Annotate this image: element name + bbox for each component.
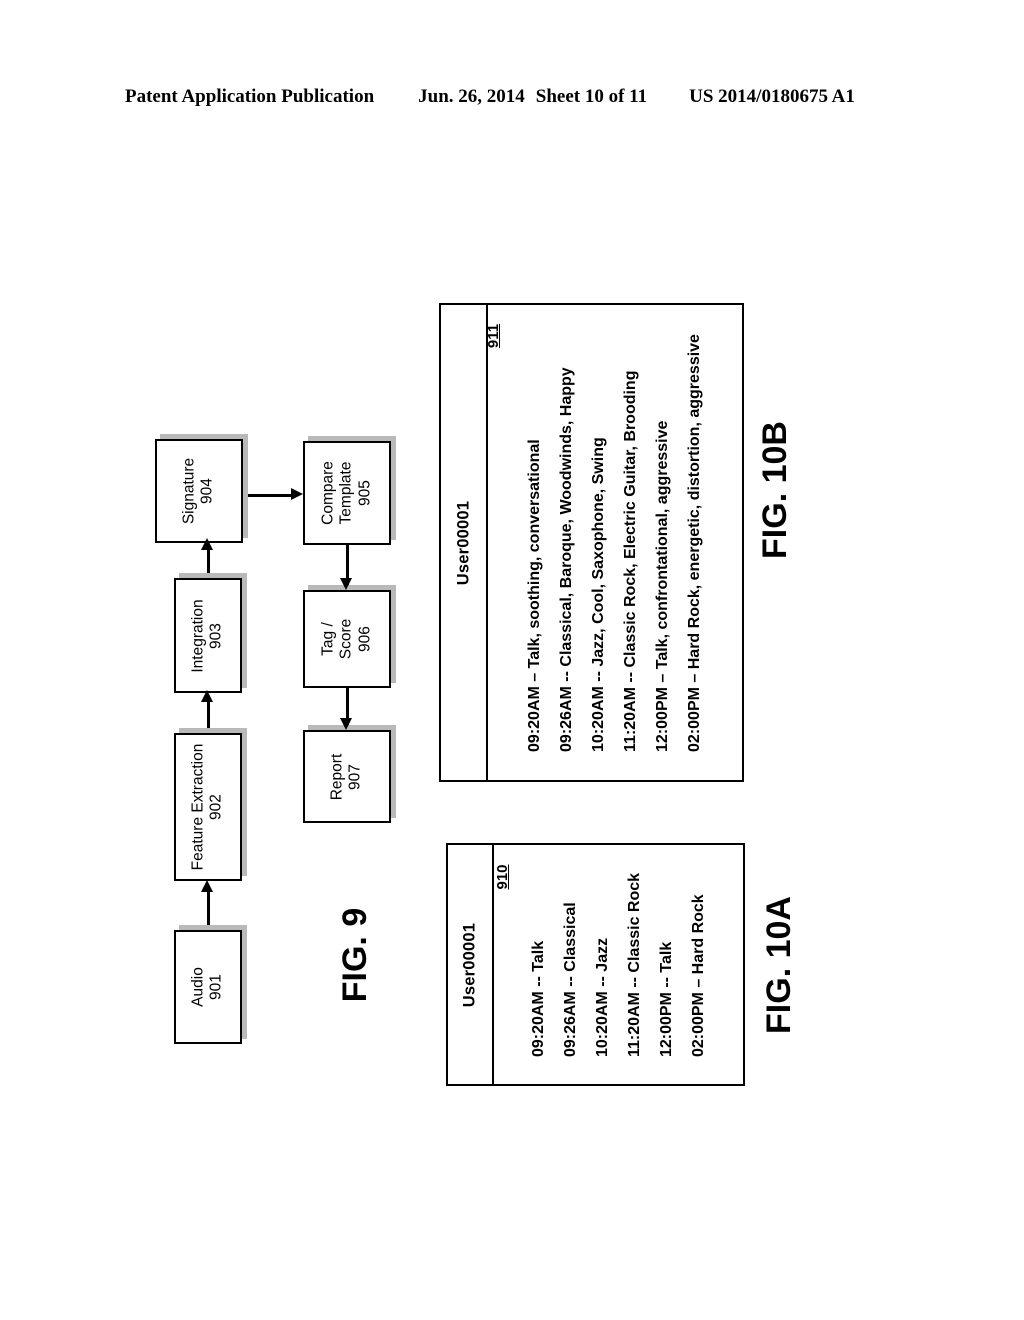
flow-box-signature-title: Signature (180, 457, 198, 525)
figure-10b-table: User00001 09:20AM – Talk, soothing, conv… (439, 303, 744, 782)
connector-feature-to-integration (207, 700, 210, 736)
table-row: 09:20AM – Talk, soothing, conversational (526, 438, 543, 752)
figure-10b-header-label: User00001 (454, 500, 472, 585)
flow-box-compare-template-ref: 905 (356, 480, 374, 506)
figure-10b-header-column: User00001 (441, 305, 488, 780)
table-row: 02:00PM – Hard Rock, energetic, distorti… (686, 333, 703, 752)
figure-10b-body: 09:20AM – Talk, soothing, conversational… (488, 305, 742, 780)
table-row: 10:20AM -- Jazz (593, 937, 611, 1057)
flow-box-compare-template-title-1: Compare (319, 461, 337, 525)
figure-10a-reference-numeral: 910 (494, 864, 511, 890)
flow-box-report: Report 907 (303, 730, 391, 823)
flow-box-tag-score-ref: 906 (356, 626, 374, 652)
flow-box-integration: Integration 903 (174, 578, 242, 693)
arrowhead-to-tag-score (340, 578, 352, 590)
flow-box-signature-ref: 904 (199, 478, 216, 504)
flow-box-audio-ref: 901 (208, 974, 225, 1000)
figure-10a-row-list: 09:20AM -- Talk 09:26AM -- Classical 10:… (530, 872, 708, 1056)
figure-10a-header-label: User00001 (460, 922, 479, 1007)
flow-box-audio-text: Audio 901 (190, 967, 227, 1007)
figure-10b-label: FIG. 10B (756, 421, 794, 559)
connector-signature-to-compare-template (243, 494, 293, 497)
flow-box-compare-template-title-2: Template (337, 461, 355, 525)
table-row: 09:20AM -- Talk (529, 940, 547, 1057)
flow-box-integration-ref: 903 (208, 622, 225, 649)
table-row: 12:00PM -- Talk (657, 941, 675, 1057)
flow-box-integration-title: Integration (189, 598, 207, 673)
flow-box-compare-template: Compare Template 905 (303, 441, 391, 545)
connector-audio-to-feature (207, 890, 210, 932)
figure-10b-reference-numeral: 911 (485, 323, 502, 349)
figure-10a-table: User00001 09:20AM -- Talk 09:26AM -- Cla… (446, 843, 745, 1086)
table-row: 09:26AM -- Classical, Baroque, Woodwinds… (558, 366, 575, 752)
table-row: 11:20AM -- Classic Rock, Electric Guitar… (622, 370, 639, 752)
arrowhead-to-feature-extraction (201, 880, 213, 892)
arrowhead-to-integration (201, 690, 213, 702)
flow-box-tag-score: Tag / Score 906 (303, 590, 391, 688)
flow-box-audio-title: Audio (189, 967, 207, 1007)
flow-box-feature-extraction-title: Feature Extraction (189, 743, 207, 871)
flow-box-integration-text: Integration 903 (190, 599, 227, 672)
figure-10a-label: FIG. 10A (760, 896, 798, 1034)
flow-box-feature-extraction: Feature Extraction 902 (174, 733, 242, 881)
flow-box-signature: Signature 904 (155, 439, 243, 543)
table-row: 12:00PM – Talk, confrontational, aggress… (654, 420, 671, 752)
figure-10a-body: 09:20AM -- Talk 09:26AM -- Classical 10:… (494, 845, 743, 1084)
arrowhead-to-signature (201, 538, 213, 550)
arrowhead-to-compare-template (291, 488, 303, 500)
flow-box-compare-template-text: Compare Template 905 (320, 461, 375, 525)
table-row: 02:00PM – Hard Rock (689, 893, 707, 1057)
figure-10b-row-list: 09:20AM – Talk, soothing, conversational… (526, 334, 704, 752)
flow-box-feature-extraction-text: Feature Extraction 902 (190, 744, 227, 871)
flow-box-audio: Audio 901 (174, 930, 242, 1044)
table-row: 09:26AM -- Classical (561, 901, 579, 1057)
flow-box-report-title: Report (328, 753, 346, 800)
figure-9-label: FIG. 9 (336, 907, 374, 1003)
flow-box-tag-score-title-2: Score (337, 618, 355, 660)
flow-box-signature-text: Signature 904 (181, 458, 218, 524)
arrowhead-to-report (340, 718, 352, 730)
table-row: 11:20AM -- Classic Rock (625, 872, 643, 1057)
flow-box-report-text: Report 907 (329, 753, 366, 800)
figure-10a-header-column: User00001 (448, 845, 494, 1084)
connector-integration-to-signature (207, 548, 210, 581)
flow-box-tag-score-title-1: Tag / (319, 622, 337, 656)
flow-box-feature-extraction-ref: 902 (208, 794, 225, 820)
flow-box-report-ref: 907 (347, 763, 364, 790)
table-row: 10:20AM -- Jazz, Cool, Saxophone, Swing (590, 436, 607, 752)
flow-box-tag-score-text: Tag / Score 906 (320, 619, 375, 660)
